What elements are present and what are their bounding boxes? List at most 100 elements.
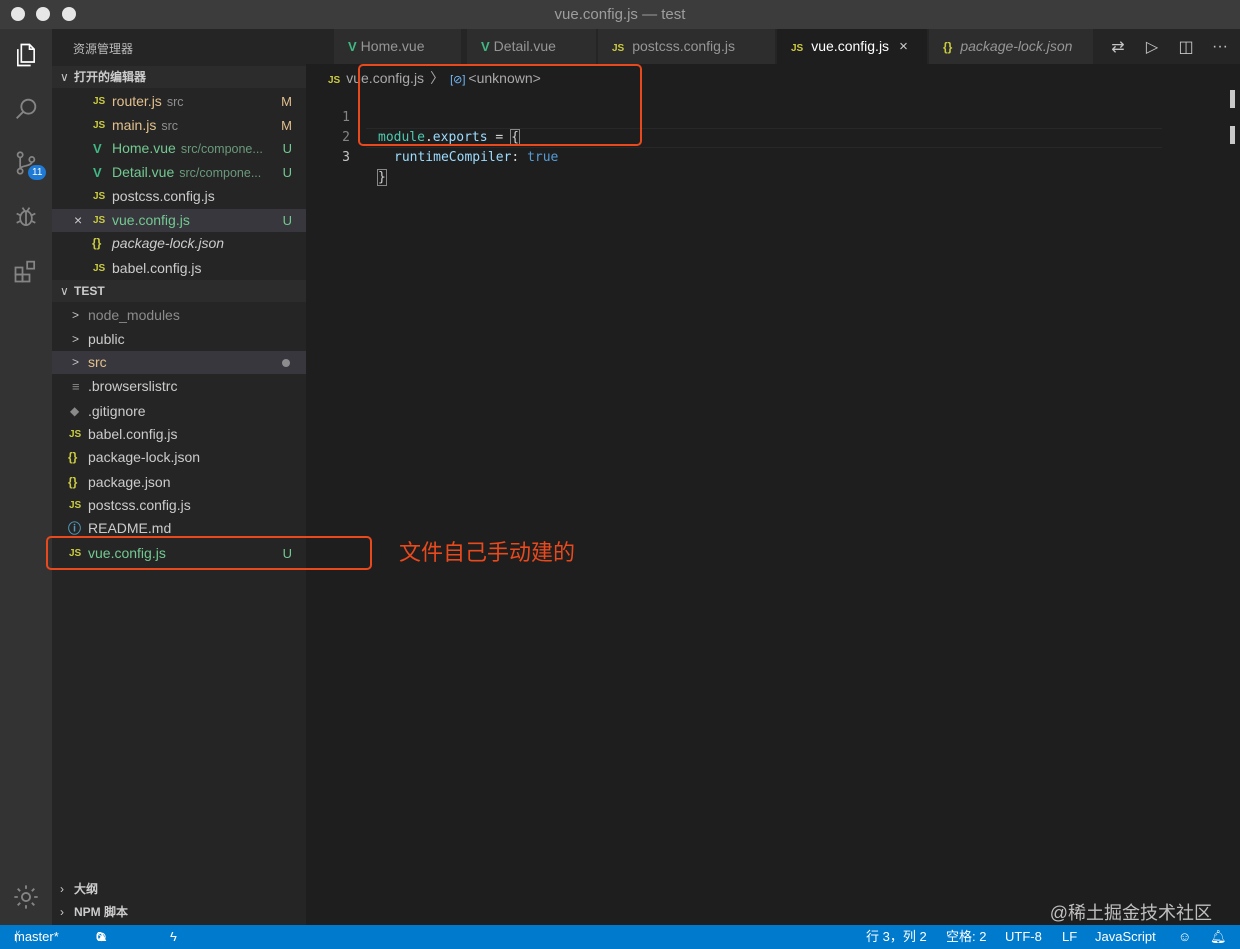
chevron-down-icon: ∨ — [60, 70, 69, 84]
npm-scripts-header[interactable]: › NPM 脚本 — [52, 901, 306, 923]
js-file-icon: JS — [69, 500, 82, 511]
feedback-smiley-icon[interactable]: ☺ — [1178, 925, 1191, 949]
annotation-text: 文件自己手动建的 — [399, 540, 576, 565]
open-editor-item[interactable]: JS postcss.config.js — [52, 185, 306, 208]
annotation-box-code — [358, 64, 642, 146]
json-file-icon: {} — [943, 40, 953, 54]
js-file-icon: JS — [328, 75, 341, 86]
cursor-position[interactable]: 行 3，列 2 — [866, 925, 927, 949]
scm-badge: 11 — [28, 165, 47, 180]
tab-detail-vue[interactable]: V Detail.vue — [467, 29, 597, 64]
editor-tabs: V Home.vue V Detail.vue JS postcss.config.j… — [306, 29, 1240, 64]
close-tab-icon[interactable]: × — [899, 38, 908, 55]
lightning-icon[interactable]: ϟ — [170, 925, 177, 949]
end-of-line[interactable]: LF — [1062, 925, 1077, 949]
modified-dot — [282, 359, 290, 367]
file-name: babel.config.js — [112, 260, 202, 276]
compare-changes-icon[interactable]: ⇄ — [1108, 37, 1128, 57]
vue-file-icon: V — [348, 39, 357, 54]
tab-package-lock[interactable]: {} package-lock.json — [929, 29, 1094, 64]
tab-home-vue[interactable]: V Home.vue — [334, 29, 462, 64]
title-bar: vue.config.js — test — [0, 0, 1240, 29]
file-path: src — [166, 95, 184, 109]
explorer-icon[interactable] — [0, 35, 52, 75]
language-mode[interactable]: JavaScript — [1095, 925, 1156, 949]
file-name: postcss.config.js — [88, 497, 191, 513]
source-control-icon[interactable]: 11 — [0, 143, 52, 183]
folder-item[interactable]: > src — [52, 351, 306, 374]
explorer-sidebar: 资源管理器 ∨ 打开的编辑器 JS router.js src M JS main.… — [52, 29, 306, 925]
open-editor-item[interactable]: JS babel.config.js — [52, 257, 306, 280]
outline-header[interactable]: › 大纲 — [52, 878, 306, 900]
vue-file-icon: V — [93, 165, 102, 180]
editor-actions: ⇄ ▷ ◫ ··· — [1108, 29, 1230, 64]
folder-item[interactable]: > node_modules — [52, 304, 306, 327]
file-path: src/compone... — [180, 142, 263, 156]
search-icon[interactable] — [0, 89, 52, 129]
indentation[interactable]: 空格: 2 — [946, 925, 986, 949]
line-number: 3 — [342, 150, 350, 165]
tab-vue-config[interactable]: JS vue.config.js × — [777, 29, 928, 64]
chevron-right-icon: › — [60, 882, 64, 896]
js-file-icon: JS — [93, 191, 106, 202]
extensions-icon[interactable] — [0, 251, 52, 291]
file-item[interactable]: JS babel.config.js — [52, 423, 306, 446]
file-item[interactable]: JS postcss.config.js — [52, 494, 306, 517]
vue-file-icon: V — [93, 141, 102, 156]
encoding[interactable]: UTF-8 — [1005, 925, 1042, 949]
folder-item[interactable]: > public — [52, 328, 306, 351]
scrollbar-marker[interactable] — [1230, 90, 1235, 108]
folder-name: public — [88, 331, 125, 347]
tab-postcss-config[interactable]: JS postcss.config.js — [598, 29, 776, 64]
activity-bar: 11 — [0, 29, 52, 925]
git-status: U — [282, 165, 292, 180]
file-item[interactable]: {} package-lock.json — [52, 446, 306, 469]
json-file-icon: {} — [92, 236, 102, 250]
open-editor-item[interactable]: JS main.js src M — [52, 114, 306, 137]
split-editor-icon[interactable]: ◫ — [1176, 37, 1196, 57]
js-file-icon: JS — [791, 43, 804, 54]
json-file-icon: {} — [68, 450, 78, 464]
file-item[interactable]: {} package.json — [52, 471, 306, 494]
file-item[interactable]: ≡ .browserslistrc — [52, 375, 306, 398]
open-editor-item[interactable]: V Detail.vue src/compone... U — [52, 161, 306, 184]
chevron-right-icon: › — [60, 905, 64, 919]
js-file-icon: JS — [612, 43, 625, 54]
file-name: babel.config.js — [88, 426, 178, 442]
file-name: postcss.config.js — [112, 188, 215, 204]
code-line: 1 module.exports = { — [306, 88, 520, 146]
file-name: .gitignore — [88, 403, 146, 419]
watermark: @稀土掘金技术社区 — [1049, 903, 1212, 923]
run-icon[interactable]: ▷ — [1142, 37, 1162, 57]
file-name: Home.vue — [112, 140, 176, 156]
git-status: U — [282, 141, 292, 156]
js-file-icon: JS — [93, 263, 106, 274]
chevron-right-icon: > — [72, 308, 80, 322]
chevron-down-icon: ∨ — [60, 284, 69, 298]
file-item[interactable]: ◆ .gitignore — [52, 400, 306, 423]
config-file-icon: ≡ — [72, 379, 80, 394]
notifications-bell-icon[interactable]: 🔔︎ — [1210, 925, 1227, 949]
scrollbar-marker[interactable] — [1230, 126, 1235, 144]
open-editor-item[interactable]: V Home.vue src/compone... U — [52, 137, 306, 160]
git-file-icon: ◆ — [70, 404, 80, 418]
open-editor-item-active[interactable]: × JS vue.config.js U — [52, 209, 306, 232]
project-header[interactable]: ∨ TEST — [52, 280, 306, 302]
file-name: Detail.vue — [112, 164, 175, 180]
more-actions-icon[interactable]: ··· — [1210, 38, 1230, 56]
js-file-icon: JS — [69, 429, 82, 440]
code-editor[interactable]: 1 module.exports = { 2 runtimeCompiler: … — [306, 88, 1240, 925]
file-name: router.js — [112, 93, 162, 109]
open-editor-item[interactable]: {} package-lock.json — [52, 232, 306, 255]
open-editors-header[interactable]: ∨ 打开的编辑器 — [52, 66, 306, 88]
js-file-icon: JS — [93, 215, 106, 226]
file-name: vue.config.js — [112, 212, 190, 228]
settings-gear-icon[interactable] — [0, 877, 52, 917]
open-editor-item[interactable]: JS router.js src M — [52, 90, 306, 113]
file-name: package-lock.json — [112, 235, 225, 251]
close-icon[interactable]: × — [74, 209, 82, 232]
debug-icon[interactable] — [0, 197, 52, 237]
chevron-right-icon: > — [72, 355, 80, 369]
code-line: 3 } — [306, 128, 387, 186]
git-status: U — [282, 213, 292, 228]
